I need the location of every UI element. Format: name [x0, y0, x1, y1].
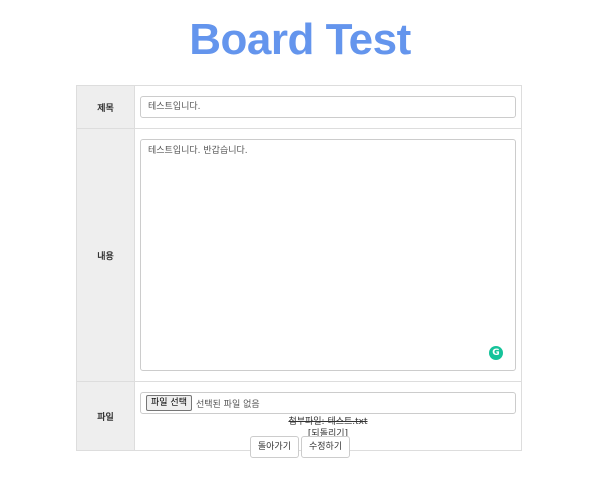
- title-label: 제목: [76, 85, 135, 129]
- content-textarea[interactable]: 테스트입니다. 반갑습니다. G: [140, 139, 516, 371]
- file-input[interactable]: 파일 선택 선택된 파일 없음: [140, 392, 516, 414]
- content-row: 내용 테스트입니다. 반갑습니다. G: [76, 128, 522, 382]
- attached-file-name: 첨부파일: 테스트.txt: [288, 417, 368, 427]
- form-actions: 돌아가기 수정하기: [0, 436, 600, 458]
- file-status-text: 선택된 파일 없음: [195, 399, 260, 410]
- page-title: Board Test: [189, 15, 411, 64]
- back-button[interactable]: 돌아가기: [249, 436, 299, 458]
- content-label: 내용: [76, 128, 135, 382]
- edit-form: 제목 테스트입니다. 내용 테스트입니다. 반갑습니다. G 파일 파일 선택 …: [76, 85, 522, 451]
- choose-file-button[interactable]: 파일 선택: [146, 395, 192, 411]
- grammarly-icon[interactable]: G: [489, 346, 503, 360]
- title-field-cell: 테스트입니다.: [134, 85, 522, 129]
- edit-button[interactable]: 수정하기: [301, 436, 351, 458]
- title-input[interactable]: 테스트입니다.: [140, 96, 516, 118]
- page: Board Test 제목 테스트입니다. 내용 테스트입니다. 반갑습니다. …: [0, 0, 600, 500]
- content-text: 테스트입니다. 반갑습니다.: [148, 146, 248, 156]
- title-row: 제목 테스트입니다.: [76, 85, 522, 129]
- content-field-cell: 테스트입니다. 반갑습니다. G: [134, 128, 522, 382]
